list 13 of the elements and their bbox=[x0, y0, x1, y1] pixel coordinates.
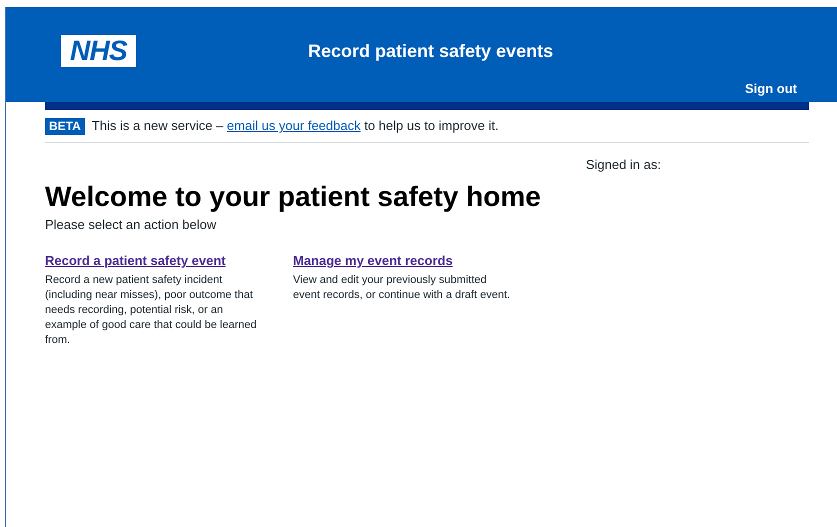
nhs-logo: NHS bbox=[61, 35, 136, 67]
intro-text: Please select an action below bbox=[45, 216, 218, 234]
action-description: View and edit your previously submitted event records, or continue with a draft event. bbox=[293, 272, 511, 302]
action-description: Record a new patient safety incident (including near misses), poor outcome that needs recording, potential risk, or an example of good care that could be learned from. bbox=[45, 272, 258, 348]
page-heading: Welcome to your patient safety home bbox=[45, 180, 542, 214]
sign-out-link[interactable]: Sign out bbox=[745, 79, 797, 98]
service-title: Record patient safety events bbox=[308, 40, 554, 63]
signed-in-label: Signed in as: bbox=[586, 156, 661, 174]
beta-message: This is a new service – email us your feedback to help us to improve it. bbox=[92, 117, 499, 136]
feedback-link[interactable]: email us your feedback bbox=[226, 118, 361, 134]
beta-tag: BETA bbox=[45, 118, 85, 134]
action-link[interactable]: Record a patient safety event bbox=[45, 251, 263, 270]
action-link[interactable]: Manage my event records bbox=[293, 251, 511, 270]
